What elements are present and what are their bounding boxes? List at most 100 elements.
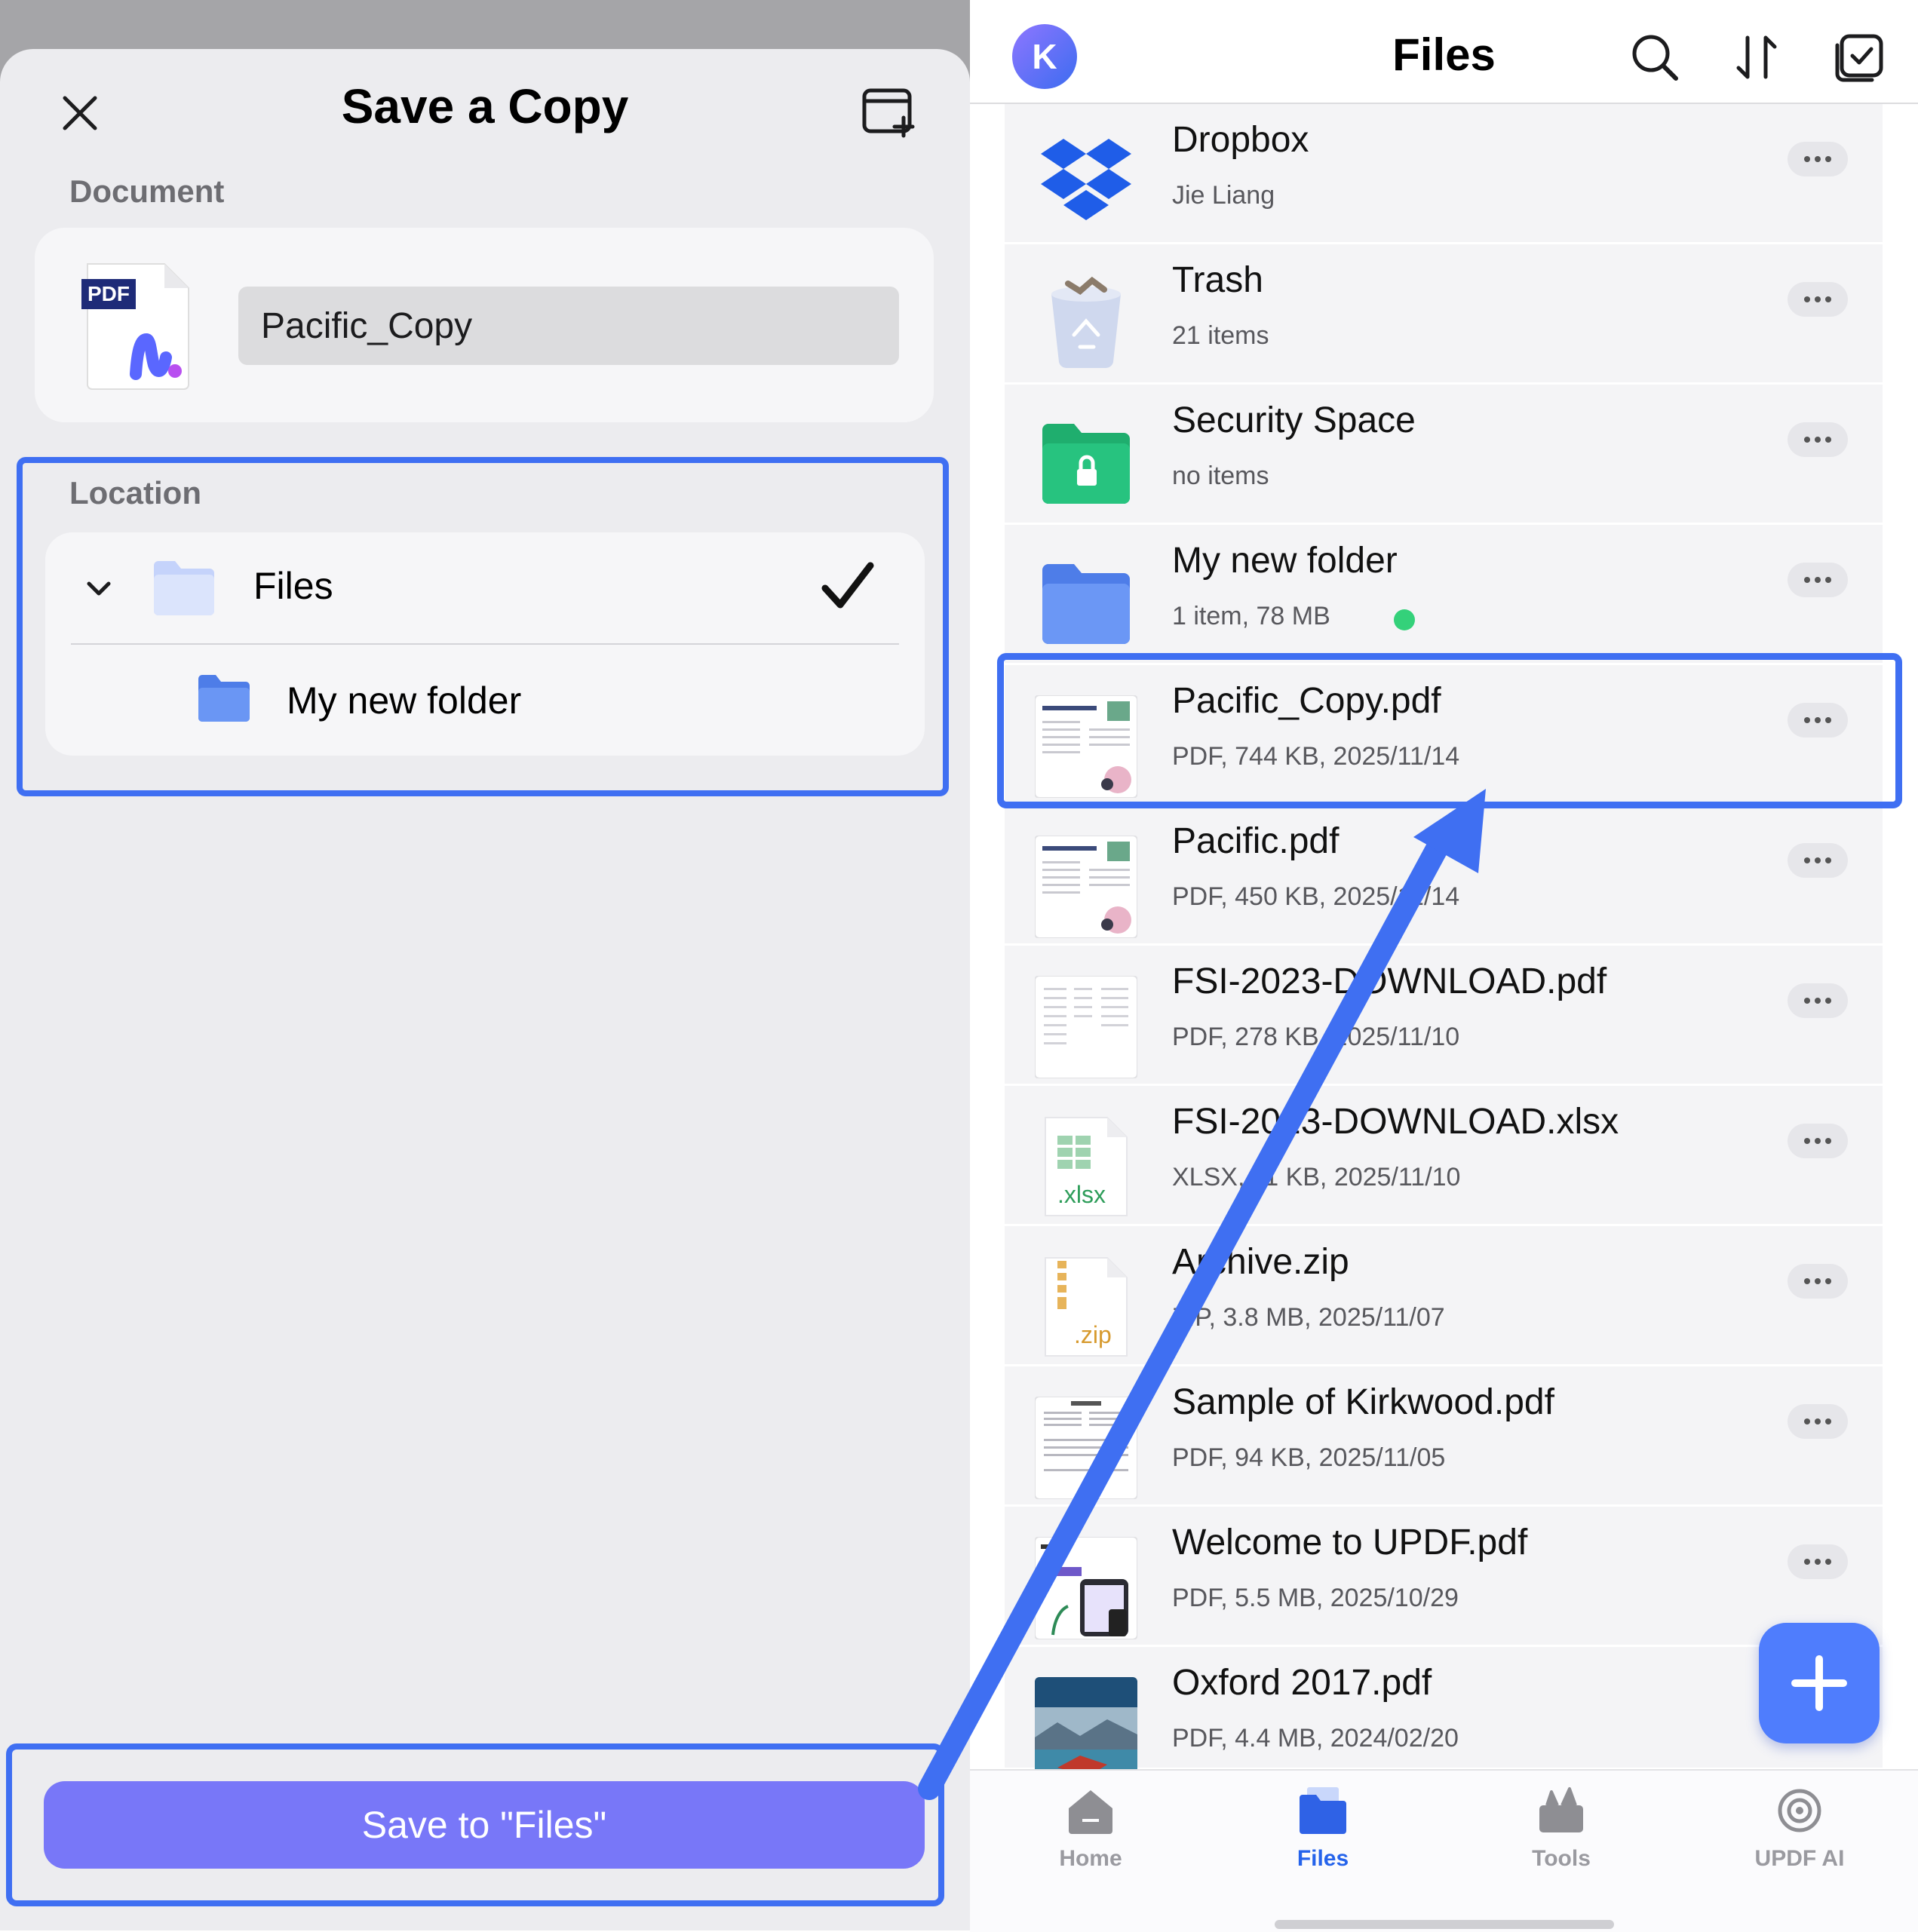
home-icon (1069, 1790, 1112, 1834)
item-meta: PDF, 94 KB, 2025/11/05 (1172, 1443, 1446, 1472)
item-name: Oxford 2017.pdf (1172, 1663, 1432, 1703)
list-item[interactable]: Security Space no items (1005, 385, 1883, 525)
more-button[interactable] (1788, 983, 1848, 1018)
lock-folder-icon (1035, 415, 1137, 517)
save-to-files-button[interactable]: Save to "Files" (44, 1781, 925, 1869)
tab-label: Files (1297, 1846, 1349, 1871)
files-browser: K Files Dropbox Jie Liang Trash 21 items… (970, 0, 1918, 1932)
list-item[interactable]: Oxford 2017.pdf PDF, 4.4 MB, 2024/02/20 (1005, 1647, 1883, 1787)
document-name-field[interactable] (238, 287, 899, 365)
item-meta: 1 item, 78 MB (1172, 602, 1330, 630)
search-button[interactable] (1626, 29, 1683, 86)
list-item[interactable]: Dropbox Jie Liang (1005, 104, 1883, 244)
pdf-thumbnail (1035, 1677, 1137, 1780)
ellipsis-icon (1804, 437, 1831, 443)
xlsx-icon: .xlsx (1035, 1116, 1137, 1219)
list-item[interactable]: My new folder 1 item, 78 MB (1005, 525, 1883, 665)
more-button[interactable] (1788, 843, 1848, 878)
more-button[interactable] (1788, 1544, 1848, 1579)
more-button[interactable] (1788, 422, 1848, 457)
tab-label: Tools (1532, 1846, 1591, 1871)
save-copy-panel: Save a Copy Document PDF Location Files (0, 0, 970, 1930)
item-meta: XLSX, 11 KB, 2025/11/10 (1172, 1163, 1461, 1191)
item-name: Pacific.pdf (1172, 821, 1340, 861)
list-item[interactable]: FSI-2023-DOWNLOAD.pdf PDF, 278 KB, 2025/… (1005, 946, 1883, 1086)
new-folder-icon (862, 88, 915, 138)
ellipsis-icon (1804, 296, 1831, 302)
sort-icon (1736, 35, 1777, 79)
new-file-highlight-box (997, 653, 1902, 808)
dialog-title: Save a Copy (341, 79, 629, 133)
tab-tools[interactable]: Tools (1486, 1786, 1637, 1899)
sync-status-dot (1394, 609, 1415, 630)
item-meta: Jie Liang (1172, 181, 1275, 210)
folder-icon (1035, 555, 1137, 658)
home-indicator (1275, 1920, 1614, 1929)
zip-icon: .zip (1035, 1256, 1137, 1359)
pdf-badge: PDF (81, 279, 136, 309)
item-meta: 21 items (1172, 321, 1269, 350)
item-meta: PDF, 5.5 MB, 2025/10/29 (1172, 1584, 1459, 1612)
ellipsis-icon (1804, 1418, 1831, 1424)
plus-icon (1791, 1655, 1847, 1711)
tab-label: UPDF AI (1754, 1846, 1845, 1871)
item-name: FSI-2023-DOWNLOAD.xlsx (1172, 1102, 1619, 1142)
more-button[interactable] (1788, 282, 1848, 317)
pdf-thumbnail (1034, 1536, 1138, 1640)
new-folder-button[interactable] (860, 83, 919, 142)
tab-updf-ai[interactable]: UPDF AI (1724, 1786, 1875, 1899)
item-meta: ZIP, 3.8 MB, 2025/11/07 (1172, 1303, 1445, 1332)
ellipsis-icon (1804, 1559, 1831, 1565)
document-section-label: Document (69, 173, 225, 209)
list-item[interactable]: .xlsx FSI-2023-DOWNLOAD.xlsx XLSX, 11 KB… (1005, 1086, 1883, 1226)
ellipsis-icon (1804, 1278, 1831, 1284)
sort-button[interactable] (1728, 29, 1785, 86)
add-button[interactable] (1759, 1623, 1880, 1743)
item-name: My new folder (1172, 541, 1398, 581)
location-highlight-box (17, 457, 949, 796)
item-name: FSI-2023-DOWNLOAD.pdf (1172, 961, 1607, 1001)
list-item[interactable]: .zip Archive.zip ZIP, 3.8 MB, 2025/11/07 (1005, 1226, 1883, 1366)
file-list: Dropbox Jie Liang Trash 21 items Securit… (1005, 104, 1883, 1780)
ellipsis-icon (1804, 857, 1831, 863)
list-item[interactable]: Pacific.pdf PDF, 450 KB, 2025/11/14 (1005, 805, 1883, 946)
select-checkbox-icon (1835, 34, 1883, 82)
ellipsis-icon (1804, 1138, 1831, 1144)
item-meta: PDF, 450 KB, 2025/11/14 (1172, 882, 1460, 911)
tab-bar: Home Files Tools UPDF AI (970, 1769, 1918, 1932)
pdf-thumbnail (1034, 1396, 1138, 1500)
tab-files[interactable]: Files (1247, 1786, 1398, 1899)
item-meta: no items (1172, 462, 1269, 490)
ellipsis-icon (1804, 156, 1831, 162)
pdf-thumbnail (1034, 975, 1138, 1079)
ellipsis-icon (1804, 998, 1831, 1004)
list-item[interactable]: Welcome to UPDF.pdf PDF, 5.5 MB, 2025/10… (1005, 1507, 1883, 1647)
item-name: Dropbox (1172, 120, 1309, 160)
more-button[interactable] (1788, 1264, 1848, 1299)
pdf-document-icon: PDF (81, 261, 195, 391)
dropbox-icon (1035, 134, 1137, 237)
item-name: Security Space (1172, 400, 1416, 440)
select-button[interactable] (1830, 29, 1887, 86)
more-button[interactable] (1788, 142, 1848, 176)
zip-extension-label: .zip (1074, 1321, 1112, 1348)
list-item[interactable]: Sample of Kirkwood.pdf PDF, 94 KB, 2025/… (1005, 1366, 1883, 1507)
item-meta: PDF, 4.4 MB, 2024/02/20 (1172, 1724, 1459, 1753)
more-button[interactable] (1788, 1124, 1848, 1158)
item-name: Welcome to UPDF.pdf (1172, 1523, 1528, 1562)
pdf-thumbnail (1034, 835, 1138, 939)
item-name: Trash (1172, 260, 1263, 300)
files-folder-icon (1300, 1787, 1346, 1834)
tab-label: Home (1059, 1846, 1122, 1871)
toolbox-icon (1539, 1787, 1583, 1832)
xlsx-extension-label: .xlsx (1057, 1181, 1106, 1208)
trash-icon (1035, 274, 1137, 377)
list-item[interactable]: Trash 21 items (1005, 244, 1883, 385)
more-button[interactable] (1788, 563, 1848, 597)
item-name: Sample of Kirkwood.pdf (1172, 1382, 1554, 1422)
tab-home[interactable]: Home (1015, 1786, 1166, 1899)
ellipsis-icon (1804, 577, 1831, 583)
item-meta: PDF, 278 KB, 2025/11/10 (1172, 1023, 1460, 1051)
ai-icon (1778, 1789, 1821, 1832)
more-button[interactable] (1788, 1404, 1848, 1439)
